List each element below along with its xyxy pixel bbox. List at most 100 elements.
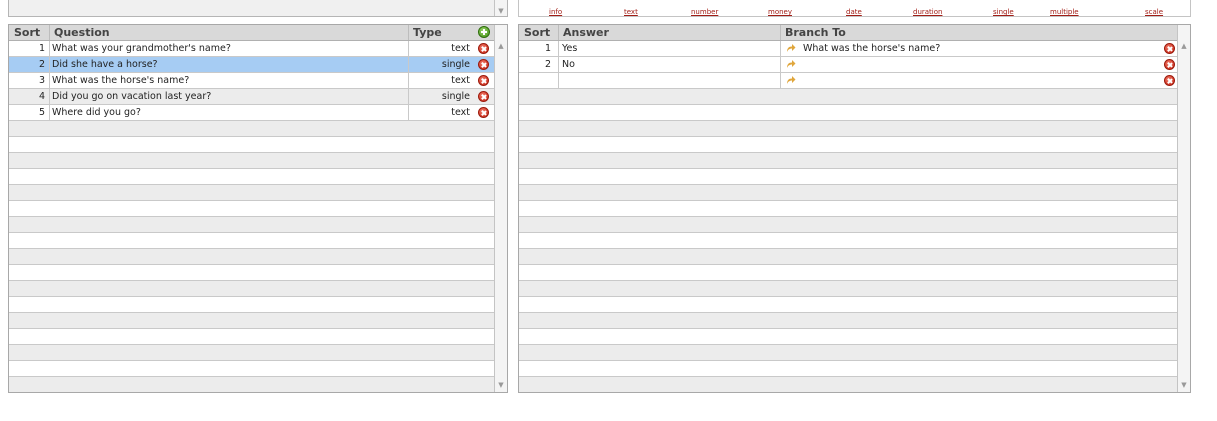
column-divider	[558, 57, 559, 72]
column-divider	[49, 41, 50, 56]
column-divider	[49, 89, 50, 104]
empty-row	[519, 169, 1177, 185]
answer-type-multiple[interactable]: multiple	[1050, 8, 1079, 16]
question-type[interactable]: single	[409, 57, 470, 72]
empty-row	[9, 201, 494, 217]
empty-row	[9, 153, 494, 169]
empty-row	[9, 361, 494, 377]
header-sort[interactable]: Sort	[9, 25, 49, 40]
question-sort: 5	[38, 107, 45, 118]
question-type[interactable]: text	[409, 41, 470, 56]
column-divider	[780, 57, 781, 72]
scroll-down-icon[interactable]: ▼	[495, 380, 507, 390]
scroll-down-icon[interactable]: ▼	[495, 6, 507, 16]
questions-rows: Sort Question Type 1 What was your grandm…	[9, 25, 494, 392]
strip-scrollbar[interactable]: ▼	[494, 0, 507, 16]
empty-row	[9, 121, 494, 137]
empty-row	[9, 281, 494, 297]
delete-icon[interactable]	[478, 43, 489, 54]
question-row[interactable]: 3 What was the horse's name? text	[9, 73, 494, 89]
header-answer[interactable]: Answer	[559, 25, 780, 40]
column-divider	[49, 105, 50, 120]
answer-branch-to[interactable]: What was the horse's name?	[803, 41, 1173, 56]
header-branch-to[interactable]: Branch To	[781, 25, 1081, 40]
column-divider	[780, 73, 781, 88]
empty-row	[519, 265, 1177, 281]
answer-text[interactable]	[562, 73, 777, 88]
question-type[interactable]: text	[409, 73, 470, 88]
answers-grid: Sort Answer Branch To 1 Yes What was the h…	[518, 24, 1191, 393]
answer-type-money[interactable]: money	[768, 8, 792, 16]
question-row[interactable]: 1 What was your grandmother's name? text	[9, 41, 494, 57]
answer-type-single[interactable]: single	[993, 8, 1014, 16]
scroll-down-icon[interactable]: ▼	[1178, 380, 1190, 390]
questions-grid: Sort Question Type 1 What was your grandm…	[8, 24, 508, 393]
empty-row	[9, 217, 494, 233]
header-answer-sort[interactable]: Sort	[519, 25, 558, 40]
column-divider	[408, 73, 409, 88]
answer-branch-to[interactable]	[803, 57, 1173, 72]
answer-type-scale[interactable]: scale	[1145, 8, 1163, 16]
empty-row	[519, 281, 1177, 297]
answers-scrollbar[interactable]: ▲ ▼	[1177, 25, 1190, 392]
empty-row	[9, 345, 494, 361]
delete-icon[interactable]	[1164, 75, 1175, 86]
delete-icon[interactable]	[478, 91, 489, 102]
answer-row[interactable]: 2 No	[519, 57, 1177, 73]
branch-arrow-icon[interactable]	[786, 59, 796, 69]
header-question[interactable]: Question	[50, 25, 408, 40]
branch-arrow-icon[interactable]	[786, 43, 796, 53]
delete-icon[interactable]	[1164, 43, 1175, 54]
question-text[interactable]: What was the horse's name?	[52, 73, 406, 88]
question-text[interactable]: Did you go on vacation last year?	[52, 89, 406, 104]
empty-row	[519, 201, 1177, 217]
branch-arrow-icon[interactable]	[786, 75, 796, 85]
answers-rows: Sort Answer Branch To 1 Yes What was the h…	[519, 25, 1177, 392]
answer-sort	[519, 73, 551, 88]
delete-icon[interactable]	[1164, 59, 1175, 70]
question-type[interactable]: text	[409, 105, 470, 120]
empty-row	[519, 137, 1177, 153]
question-row[interactable]: 5 Where did you go? text	[9, 105, 494, 121]
column-divider	[408, 105, 409, 120]
answer-type-number[interactable]: number	[691, 8, 718, 16]
question-sort: 2	[38, 59, 45, 70]
answer-type-bar: info text number money date duration single mul…	[518, 0, 1191, 17]
questions-header: Sort Question Type	[9, 25, 494, 41]
empty-row	[519, 153, 1177, 169]
question-row[interactable]: 4 Did you go on vacation last year? single	[9, 89, 494, 105]
scroll-up-icon[interactable]: ▲	[495, 41, 507, 51]
question-filter-strip[interactable]: ▼	[8, 0, 508, 17]
scroll-up-icon[interactable]: ▲	[1178, 41, 1190, 51]
answer-row[interactable]: 1 Yes What was the horse's name?	[519, 41, 1177, 57]
answer-type-duration[interactable]: duration	[913, 8, 942, 16]
question-text[interactable]: Did she have a horse?	[52, 57, 406, 72]
answer-type-text[interactable]: text	[624, 8, 638, 16]
empty-row	[519, 297, 1177, 313]
delete-icon[interactable]	[478, 75, 489, 86]
empty-row	[519, 105, 1177, 121]
answer-type-date[interactable]: date	[846, 8, 862, 16]
delete-icon[interactable]	[478, 59, 489, 70]
empty-row	[519, 89, 1177, 105]
header-type[interactable]: Type	[409, 25, 469, 40]
column-divider	[558, 41, 559, 56]
empty-row	[9, 265, 494, 281]
answer-text[interactable]: No	[562, 57, 777, 72]
empty-row	[9, 137, 494, 153]
questions-scrollbar[interactable]: ▲ ▼	[494, 25, 507, 392]
answer-text[interactable]: Yes	[562, 41, 777, 56]
question-text[interactable]: What was your grandmother's name?	[52, 41, 406, 56]
answer-branch-to[interactable]	[803, 73, 1173, 88]
add-icon[interactable]	[478, 26, 490, 38]
answer-row[interactable]	[519, 73, 1177, 89]
column-divider	[408, 41, 409, 56]
empty-row	[519, 377, 1177, 392]
question-row[interactable]: 2 Did she have a horse? single	[9, 57, 494, 73]
question-text[interactable]: Where did you go?	[52, 105, 406, 120]
question-sort: 3	[38, 75, 45, 86]
question-type[interactable]: single	[409, 89, 470, 104]
answer-type-info[interactable]: info	[549, 8, 562, 16]
delete-icon[interactable]	[478, 107, 489, 118]
empty-row	[519, 217, 1177, 233]
